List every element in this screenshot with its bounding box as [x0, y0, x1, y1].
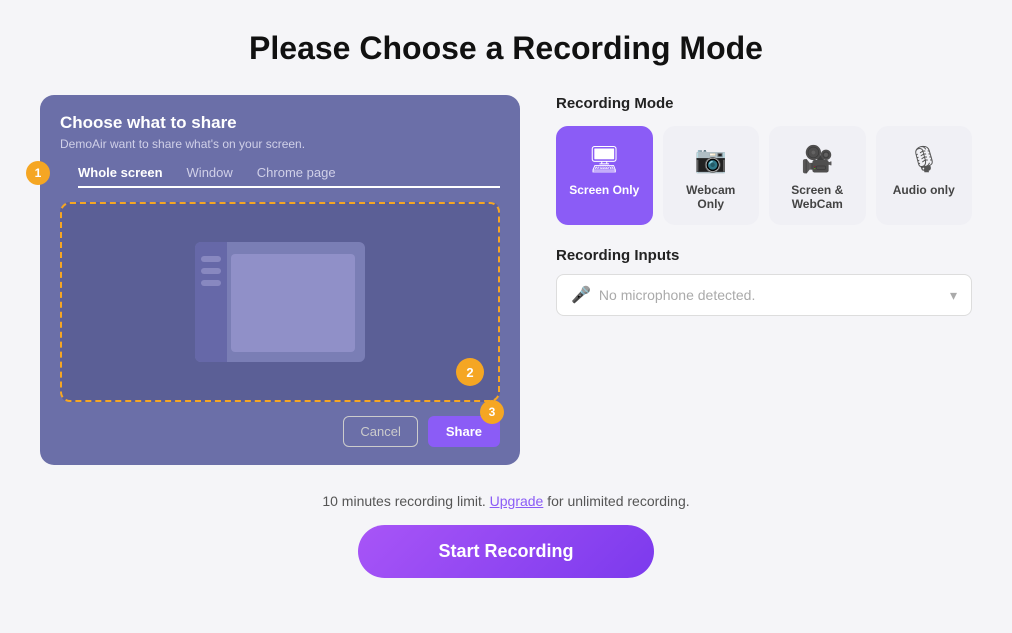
tab-window[interactable]: Window: [187, 165, 233, 186]
screen-share-panel: Choose what to share DemoAir want to sha…: [40, 95, 520, 465]
mode-screen-webcam[interactable]: 🎥 Screen & WebCam: [769, 126, 866, 225]
cancel-button[interactable]: Cancel: [343, 416, 417, 447]
panel-buttons: 3 Cancel Share: [60, 416, 500, 447]
screen-only-label: Screen Only: [569, 183, 639, 197]
mode-audio-only[interactable]: 🎙 Audio only: [876, 126, 973, 225]
recording-mode-label: Recording Mode: [556, 95, 972, 112]
recording-modes: 🖥 Screen Only 📷 Webcam Only 🎥 Screen & W…: [556, 126, 972, 225]
mic-status-text: No microphone detected.: [599, 287, 942, 303]
audio-only-icon: 🎙: [907, 144, 940, 175]
screen-only-icon: 🖥: [588, 144, 621, 175]
tabs-row: Whole screen Window Chrome page: [78, 165, 500, 188]
screen-inner: [195, 242, 365, 362]
tab-whole-screen[interactable]: Whole screen: [78, 165, 163, 188]
start-recording-button[interactable]: Start Recording: [358, 525, 653, 578]
sidebar-line-3: [201, 280, 221, 286]
main-content: Choose what to share DemoAir want to sha…: [40, 95, 972, 465]
audio-only-label: Audio only: [893, 183, 955, 197]
step3-badge: 3: [480, 400, 504, 424]
panel-subtitle: DemoAir want to share what's on your scr…: [60, 137, 500, 151]
limit-text: 10 minutes recording limit. Upgrade for …: [40, 493, 972, 509]
webcam-only-icon: 📷: [695, 144, 727, 175]
chevron-down-icon: ▾: [950, 287, 957, 304]
limit-text-before: 10 minutes recording limit.: [322, 493, 485, 509]
limit-text-after2: for unlimited recording.: [547, 493, 689, 509]
step1-badge: 1: [26, 161, 50, 185]
sidebar-line-1: [201, 256, 221, 262]
tab-chrome-page[interactable]: Chrome page: [257, 165, 336, 186]
screen-main-area: [231, 254, 355, 352]
screen-webcam-icon: 🎥: [801, 144, 833, 175]
screen-preview-area: 2: [60, 202, 500, 402]
bottom-section: 10 minutes recording limit. Upgrade for …: [40, 493, 972, 578]
sidebar-line-2: [201, 268, 221, 274]
step2-badge: 2: [456, 358, 484, 386]
screen-sidebar: [195, 242, 227, 362]
mic-dropdown[interactable]: 🎤 No microphone detected. ▾: [556, 274, 972, 316]
tabs-wrapper: 1 Whole screen Window Chrome page: [60, 165, 500, 188]
right-panel: Recording Mode 🖥 Screen Only 📷 Webcam On…: [556, 95, 972, 465]
panel-title: Choose what to share: [60, 113, 500, 133]
mic-muted-icon: 🎤: [571, 285, 591, 305]
recording-inputs-label: Recording Inputs: [556, 247, 972, 264]
mode-screen-only[interactable]: 🖥 Screen Only: [556, 126, 653, 225]
mode-webcam-only[interactable]: 📷 Webcam Only: [663, 126, 760, 225]
upgrade-link[interactable]: Upgrade: [490, 493, 544, 509]
page-title: Please Choose a Recording Mode: [249, 30, 763, 67]
webcam-only-label: Webcam Only: [675, 183, 748, 211]
screen-webcam-label: Screen & WebCam: [781, 183, 854, 211]
